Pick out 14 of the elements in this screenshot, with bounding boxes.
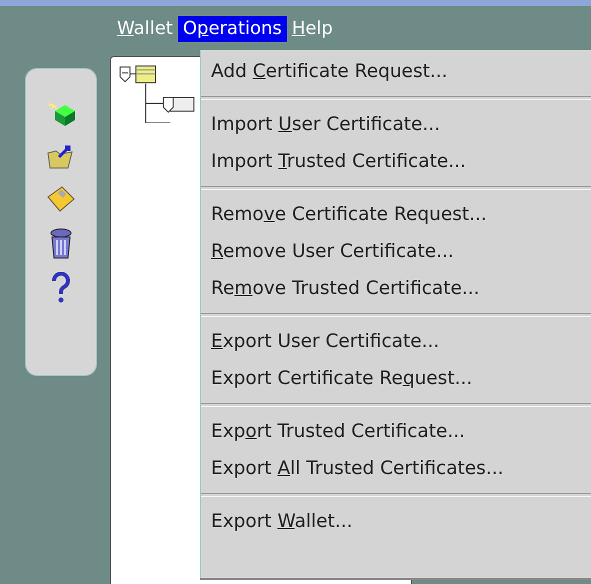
menu-item[interactable]: Remove User Certificate... (201, 233, 591, 270)
menu-item[interactable]: Import Trusted Certificate... (201, 143, 591, 180)
menu-bar-item[interactable]: Help (286, 16, 338, 42)
menu-item[interactable]: Export All Trusted Certificates... (201, 450, 591, 487)
menu-item[interactable]: Export Certificate Request... (201, 360, 591, 397)
menu-item[interactable]: Remove Trusted Certificate... (201, 270, 591, 307)
menu-item[interactable]: Import User Certificate... (201, 106, 591, 143)
menu-item[interactable]: Remove Certificate Request... (201, 196, 591, 233)
menu-item[interactable]: Export User Certificate... (201, 323, 591, 360)
menu-item[interactable]: Add Certificate Request... (201, 53, 591, 90)
menu-bar-item[interactable]: Operations (178, 16, 287, 42)
menu-item[interactable]: Export Wallet... (201, 503, 591, 540)
menu-bar-item[interactable]: Wallet (112, 16, 178, 42)
menu-item[interactable]: Export Trusted Certificate... (201, 413, 591, 450)
